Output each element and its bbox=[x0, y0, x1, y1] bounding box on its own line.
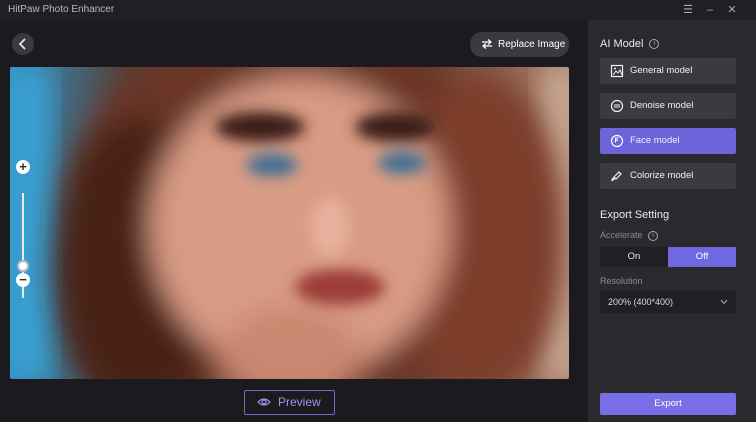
zoom-out-button[interactable]: − bbox=[16, 273, 30, 287]
replace-image-label: Replace Image bbox=[498, 39, 566, 50]
face-icon bbox=[610, 134, 624, 148]
colorize-model-label: Colorize model bbox=[630, 170, 694, 181]
chevron-left-icon bbox=[18, 38, 26, 50]
face-model-label: Face model bbox=[630, 135, 680, 146]
minimize-icon[interactable]: – bbox=[702, 2, 718, 18]
export-button[interactable]: Export bbox=[600, 393, 736, 415]
info-icon[interactable]: i bbox=[649, 39, 660, 50]
back-button[interactable] bbox=[12, 33, 34, 55]
portrait-image bbox=[10, 67, 569, 379]
menu-icon[interactable]: ☰ bbox=[680, 2, 696, 18]
preview-button[interactable]: Preview bbox=[244, 390, 335, 415]
settings-panel: AI Model i General model Denoise model F… bbox=[588, 20, 756, 422]
app-title: HitPaw Photo Enhancer bbox=[8, 4, 115, 15]
accelerate-on-option[interactable]: On bbox=[600, 247, 668, 267]
colorize-model-button[interactable]: Colorize model bbox=[600, 163, 736, 189]
chevron-down-icon bbox=[720, 299, 728, 305]
ai-model-heading: AI Model i bbox=[600, 38, 660, 50]
denoise-model-button[interactable]: Denoise model bbox=[600, 93, 736, 119]
workspace: Replace Image + − Preview bbox=[0, 20, 588, 422]
eye-icon bbox=[257, 398, 271, 406]
resolution-value: 200% (400*400) bbox=[608, 297, 674, 307]
swap-icon bbox=[482, 39, 492, 49]
resolution-dropdown[interactable]: 200% (400*400) bbox=[600, 291, 736, 313]
denoise-icon bbox=[610, 99, 624, 113]
general-model-label: General model bbox=[630, 65, 693, 76]
info-icon[interactable]: i bbox=[648, 230, 659, 241]
ai-model-title: AI Model bbox=[600, 38, 644, 50]
accelerate-heading: Accelerate i bbox=[600, 230, 659, 241]
face-model-button[interactable]: Face model bbox=[600, 128, 736, 154]
denoise-model-label: Denoise model bbox=[630, 100, 694, 111]
accelerate-label: Accelerate bbox=[600, 230, 643, 240]
resolution-label: Resolution bbox=[600, 276, 643, 286]
title-bar: HitPaw Photo Enhancer ☰ – ✕ bbox=[0, 0, 756, 20]
export-setting-title: Export Setting bbox=[600, 209, 670, 221]
image-icon bbox=[610, 64, 624, 78]
general-model-button[interactable]: General model bbox=[600, 58, 736, 84]
brush-icon bbox=[611, 171, 622, 182]
zoom-slider-handle[interactable] bbox=[17, 260, 29, 272]
photo-canvas[interactable] bbox=[10, 67, 569, 379]
accelerate-off-option[interactable]: Off bbox=[668, 247, 736, 267]
close-icon[interactable]: ✕ bbox=[724, 2, 740, 18]
accelerate-toggle[interactable]: On Off bbox=[600, 247, 736, 267]
zoom-in-button[interactable]: + bbox=[16, 160, 30, 174]
preview-label: Preview bbox=[278, 395, 321, 409]
replace-image-button[interactable]: Replace Image bbox=[470, 32, 569, 57]
